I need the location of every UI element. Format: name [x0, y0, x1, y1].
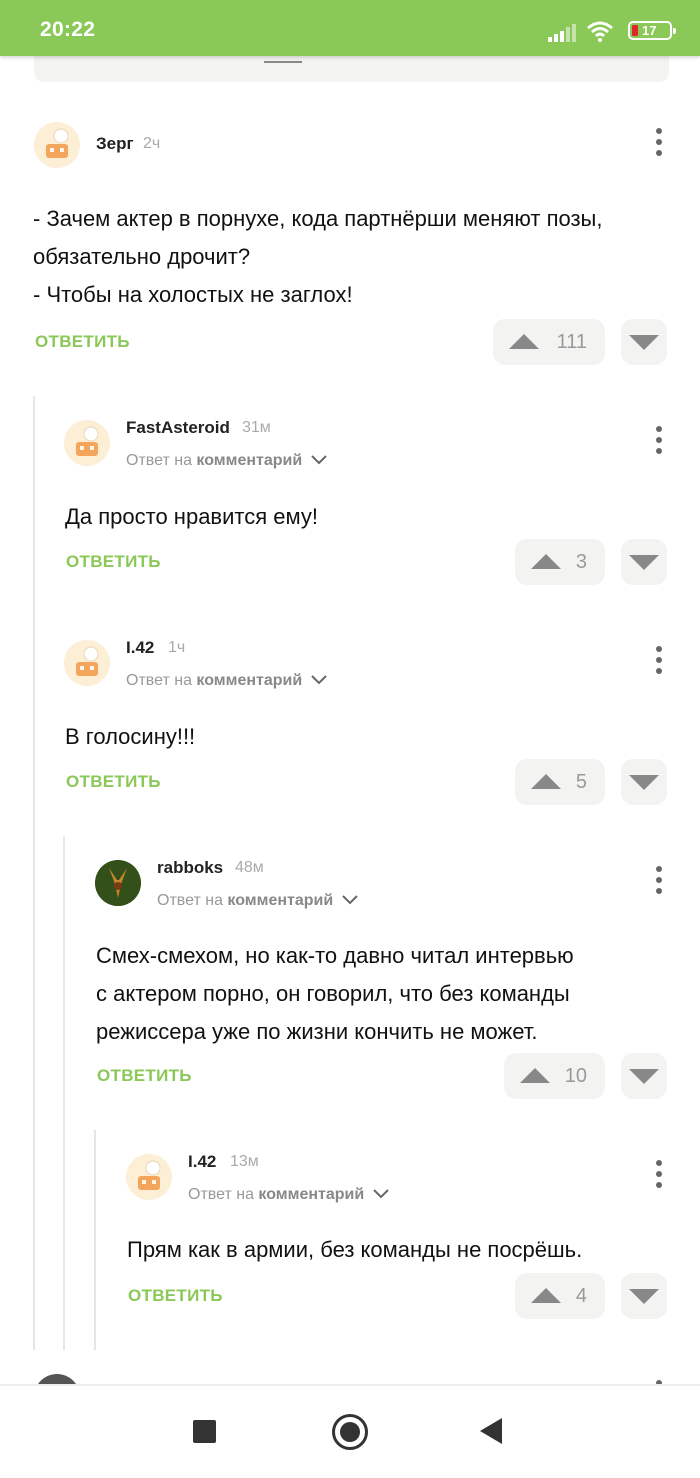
chevron-down-icon	[341, 895, 358, 905]
username[interactable]: Зерг	[96, 134, 134, 154]
downvote-icon	[629, 775, 659, 790]
upvote-icon	[520, 1068, 550, 1083]
vote-count: 4	[575, 1285, 587, 1307]
status-time: 20:22	[40, 18, 96, 41]
reply-to-link[interactable]: Ответ на комментарий	[157, 892, 358, 910]
downvote-icon	[629, 335, 659, 350]
more-options-icon[interactable]	[654, 866, 664, 898]
more-options-icon[interactable]	[654, 128, 664, 160]
downvote-icon	[629, 1289, 659, 1304]
upvote-icon	[531, 1288, 561, 1303]
downvote-button[interactable]	[621, 1273, 667, 1319]
username[interactable]: I.42	[126, 638, 154, 658]
downvote-icon	[629, 555, 659, 570]
upvote-icon	[509, 334, 539, 349]
chevron-down-icon	[310, 455, 327, 465]
thread-line	[94, 1130, 96, 1350]
vote-count: 5	[575, 771, 587, 793]
downvote-button[interactable]	[621, 539, 667, 585]
avatar[interactable]	[64, 640, 110, 686]
upvote-button[interactable]: 10	[504, 1053, 605, 1099]
avatar[interactable]	[64, 420, 110, 466]
reply-button[interactable]: ОТВЕТИТЬ	[66, 552, 161, 572]
comment-time: 31м	[242, 419, 271, 436]
more-options-icon[interactable]	[654, 426, 664, 458]
reply-to-link[interactable]: Ответ на комментарий	[126, 672, 327, 690]
vote-count: 111	[556, 331, 587, 353]
reply-to-link[interactable]: Ответ на комментарий	[126, 452, 327, 470]
downvote-button[interactable]	[621, 759, 667, 805]
reply-button[interactable]: ОТВЕТИТЬ	[35, 332, 130, 352]
username[interactable]: I.42	[188, 1152, 216, 1172]
chevron-down-icon	[372, 1189, 389, 1199]
status-bar: 20:22 17	[0, 0, 700, 56]
downvote-button[interactable]	[621, 319, 667, 365]
downvote-icon	[629, 1069, 659, 1084]
comment-text: В голосину!!!	[65, 724, 196, 749]
reply-button[interactable]: ОТВЕТИТЬ	[128, 1286, 223, 1306]
comment-time: 1ч	[168, 639, 186, 656]
battery-level: 17	[642, 23, 657, 38]
comment-time: 48м	[235, 859, 264, 876]
avatar[interactable]	[95, 860, 141, 906]
home-icon	[340, 1422, 360, 1442]
battery-icon: 17	[628, 21, 676, 40]
back-button[interactable]	[480, 1418, 502, 1444]
thread-line	[63, 836, 65, 1350]
vote-count: 3	[575, 551, 587, 573]
comment-time: 2ч	[143, 135, 161, 152]
username[interactable]: rabboks	[157, 858, 223, 878]
navigation-bar	[0, 1386, 700, 1478]
reply-button[interactable]: ОТВЕТИТЬ	[97, 1066, 192, 1086]
recent-apps-button[interactable]	[193, 1420, 216, 1443]
upvote-icon	[531, 774, 561, 789]
upvote-button[interactable]: 111	[493, 319, 605, 365]
vote-count: 10	[564, 1065, 587, 1087]
reply-to-link[interactable]: Ответ на комментарий	[188, 1186, 389, 1204]
home-button[interactable]	[332, 1414, 368, 1450]
more-options-icon[interactable]	[654, 646, 664, 678]
reply-button[interactable]: ОТВЕТИТЬ	[66, 772, 161, 792]
upvote-button[interactable]: 5	[515, 759, 605, 805]
chevron-down-icon	[310, 675, 327, 685]
comment-text: Смех-смехом, но как-то давно читал интер…	[96, 943, 574, 1044]
comment-text: Прям как в армии, без команды не посрёшь…	[127, 1237, 583, 1262]
comment-time: 13м	[230, 1153, 259, 1170]
thread-line	[33, 396, 35, 1350]
signal-icon	[548, 24, 576, 42]
comment-text: - Зачем актер в порнухе, кода партнёрши …	[33, 206, 603, 307]
avatar[interactable]	[34, 122, 80, 168]
more-options-icon[interactable]	[654, 1160, 664, 1192]
username[interactable]: FastAsteroid	[126, 418, 230, 438]
downvote-button[interactable]	[621, 1053, 667, 1099]
wifi-icon	[587, 21, 613, 42]
comment-text: Да просто нравится ему!	[65, 504, 318, 529]
upvote-button[interactable]: 4	[515, 1273, 605, 1319]
upvote-button[interactable]: 3	[515, 539, 605, 585]
avatar[interactable]	[126, 1154, 172, 1200]
upvote-icon	[531, 554, 561, 569]
